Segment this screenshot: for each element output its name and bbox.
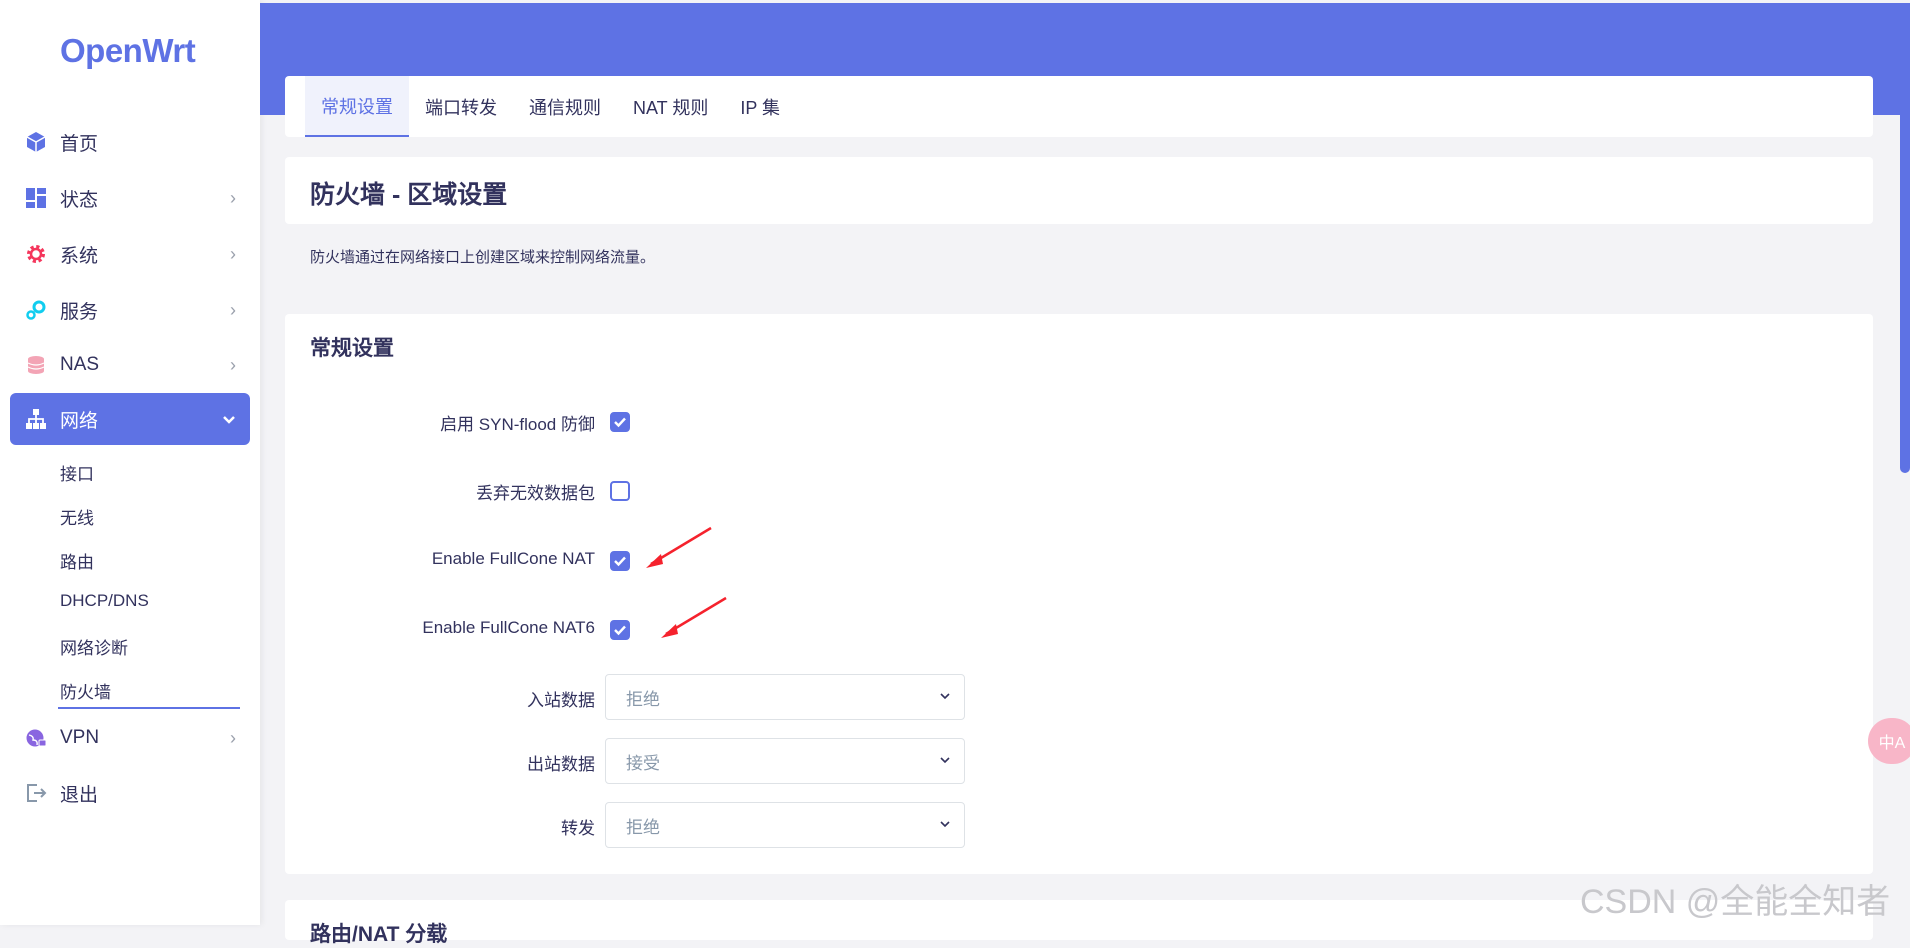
check-icon [614, 417, 626, 428]
sidebar-item-label: 状态 [60, 189, 99, 211]
globe-lock-icon [24, 726, 48, 750]
sidebar: OpenWrt 首页 状态 › 系统 › 服务 › NAS › 网络 接口 无线… [0, 0, 260, 925]
sidebar-item-label: 首页 [60, 133, 99, 155]
drop-invalid-checkbox[interactable] [610, 481, 630, 501]
chevron-right-icon: › [230, 300, 236, 320]
annotation-arrow-icon [661, 596, 727, 638]
tab-port-forward[interactable]: 端口转发 [409, 76, 513, 137]
fullcone-nat6-label: Enable FullCone NAT6 [422, 618, 595, 637]
dashboard-icon [24, 186, 48, 210]
sidebar-item-nas[interactable]: NAS › [10, 339, 250, 391]
chevron-right-icon: › [230, 188, 236, 208]
chevron-down-icon [940, 693, 950, 700]
sidebar-item-label: 网络 [60, 410, 99, 432]
subnav-interfaces[interactable]: 接口 [60, 460, 94, 485]
output-label: 出站数据 [527, 755, 595, 774]
check-icon [614, 625, 626, 636]
sidebar-item-home[interactable]: 首页 [10, 116, 250, 168]
sidebar-item-label: 系统 [60, 245, 99, 267]
page-description: 防火墙通过在网络接口上创建区域来控制网络流量。 [310, 249, 656, 266]
sidebar-item-label: NAS [60, 354, 100, 375]
subnav-diagnostics[interactable]: 网络诊断 [60, 634, 128, 659]
sidebar-item-label: VPN [60, 727, 100, 748]
tab-traffic-rules[interactable]: 通信规则 [513, 76, 617, 137]
tab-ip-sets[interactable]: IP 集 [724, 76, 796, 137]
tab-bar: 常规设置 端口转发 通信规则 NAT 规则 IP 集 [285, 76, 1873, 137]
subnav-firewall[interactable]: 防火墙 [60, 678, 111, 703]
forward-label: 转发 [561, 819, 595, 838]
syn-flood-checkbox[interactable] [610, 412, 630, 432]
input-label: 入站数据 [527, 691, 595, 710]
annotation-arrow-icon [646, 526, 712, 568]
active-subnav-underline [58, 707, 240, 709]
subnav-routes[interactable]: 路由 [60, 548, 94, 573]
chevron-down-icon [222, 409, 236, 430]
sidebar-item-network[interactable]: 网络 [10, 393, 250, 445]
select-value: 接受 [626, 753, 660, 773]
cube-icon [24, 130, 48, 154]
select-value: 拒绝 [626, 817, 660, 837]
fullcone-nat-checkbox[interactable] [610, 551, 630, 571]
sidebar-item-status[interactable]: 状态 › [10, 172, 250, 224]
chevron-right-icon: › [230, 355, 236, 375]
sidebar-item-label: 退出 [60, 784, 99, 806]
chevron-down-icon [940, 821, 950, 828]
select-value: 拒绝 [626, 689, 660, 709]
general-settings-card: 常规设置 启用 SYN-flood 防御 丢弃无效数据包 Enable Full… [285, 314, 1873, 874]
services-icon [24, 298, 48, 322]
tab-general[interactable]: 常规设置 [305, 76, 409, 137]
translate-icon[interactable]: 中A [1868, 718, 1910, 764]
chevron-down-icon [940, 757, 950, 764]
drop-invalid-label: 丢弃无效数据包 [476, 484, 595, 503]
gear-icon [24, 242, 48, 266]
database-icon [24, 353, 48, 377]
output-policy-select[interactable]: 接受 [605, 738, 965, 784]
watermark: CSDN @全能全知者 [1580, 883, 1891, 921]
fullcone-nat6-checkbox[interactable] [610, 620, 630, 640]
chevron-right-icon: › [230, 728, 236, 748]
page-title: 防火墙 - 区域设置 [310, 181, 508, 209]
tab-nat-rules[interactable]: NAT 规则 [617, 76, 724, 137]
subnav-dhcp-dns[interactable]: DHCP/DNS [60, 591, 149, 611]
sidebar-item-vpn[interactable]: VPN › [10, 712, 250, 764]
scrollbar[interactable] [1900, 3, 1910, 473]
sidebar-item-label: 服务 [60, 301, 99, 323]
chevron-right-icon: › [230, 244, 236, 264]
syn-flood-label: 启用 SYN-flood 防御 [440, 415, 595, 434]
input-policy-select[interactable]: 拒绝 [605, 674, 965, 720]
sidebar-item-services[interactable]: 服务 › [10, 284, 250, 336]
logout-icon [24, 781, 48, 805]
forward-policy-select[interactable]: 拒绝 [605, 802, 965, 848]
sidebar-item-logout[interactable]: 退出 [10, 767, 250, 819]
subnav-wireless[interactable]: 无线 [60, 504, 94, 529]
openwrt-logo[interactable]: OpenWrt [60, 32, 196, 70]
check-icon [614, 556, 626, 567]
network-icon [24, 407, 48, 431]
section-title: 常规设置 [310, 337, 394, 360]
fullcone-nat-label: Enable FullCone NAT [431, 549, 595, 568]
sidebar-item-system[interactable]: 系统 › [10, 228, 250, 280]
title-card: 防火墙 - 区域设置 [285, 157, 1873, 224]
section-title: 路由/NAT 分载 [310, 923, 448, 946]
